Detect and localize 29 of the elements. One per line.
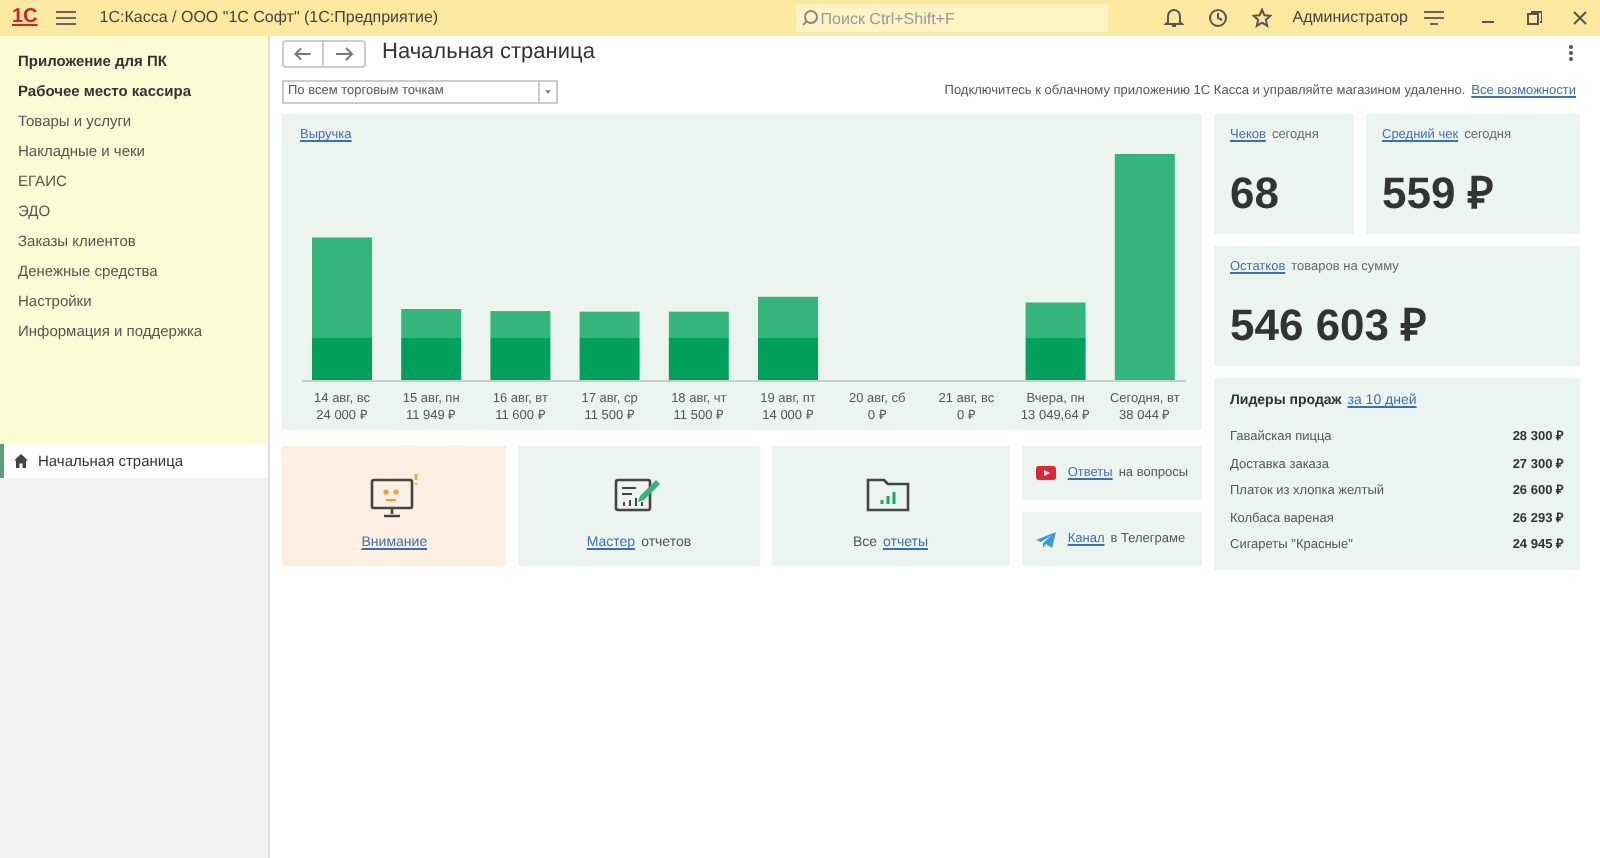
- window-title: 1С:Касса / ООО "1С Софт" (1С:Предприятие): [99, 6, 439, 30]
- search-icon: [802, 10, 819, 26]
- more-icon[interactable]: [1568, 44, 1574, 62]
- history-icon[interactable]: [1208, 8, 1229, 28]
- restore-icon[interactable]: [1526, 10, 1542, 26]
- bell-icon[interactable]: [1164, 8, 1185, 28]
- page-title: Начальная страница: [382, 38, 595, 69]
- bar: [668, 311, 729, 380]
- bar: [312, 237, 372, 380]
- settings-menu-icon[interactable]: [1424, 9, 1444, 27]
- bar: [1025, 302, 1086, 380]
- stat-value: 68: [1230, 171, 1281, 216]
- video-icon: [1035, 466, 1056, 480]
- bar: [401, 309, 462, 380]
- logo: 1С: [12, 8, 38, 28]
- bar: [490, 311, 551, 380]
- stat-value: 559 ₽: [1382, 171, 1496, 216]
- user-name[interactable]: Администратор: [1292, 6, 1408, 30]
- caret-icon: [538, 82, 556, 102]
- stat-value: 546 603 ₽: [1230, 303, 1430, 348]
- star-icon[interactable]: [1252, 8, 1273, 28]
- paper-plane-icon: [1035, 531, 1056, 547]
- bar: [758, 296, 818, 380]
- home-icon: [14, 454, 28, 468]
- menu-icon[interactable]: [55, 10, 76, 26]
- close-icon[interactable]: [1572, 10, 1588, 26]
- monitor-icon: [370, 474, 419, 518]
- search-field[interactable]: Поиск Ctrl+Shift+F: [796, 4, 1109, 32]
- bar: [579, 311, 640, 380]
